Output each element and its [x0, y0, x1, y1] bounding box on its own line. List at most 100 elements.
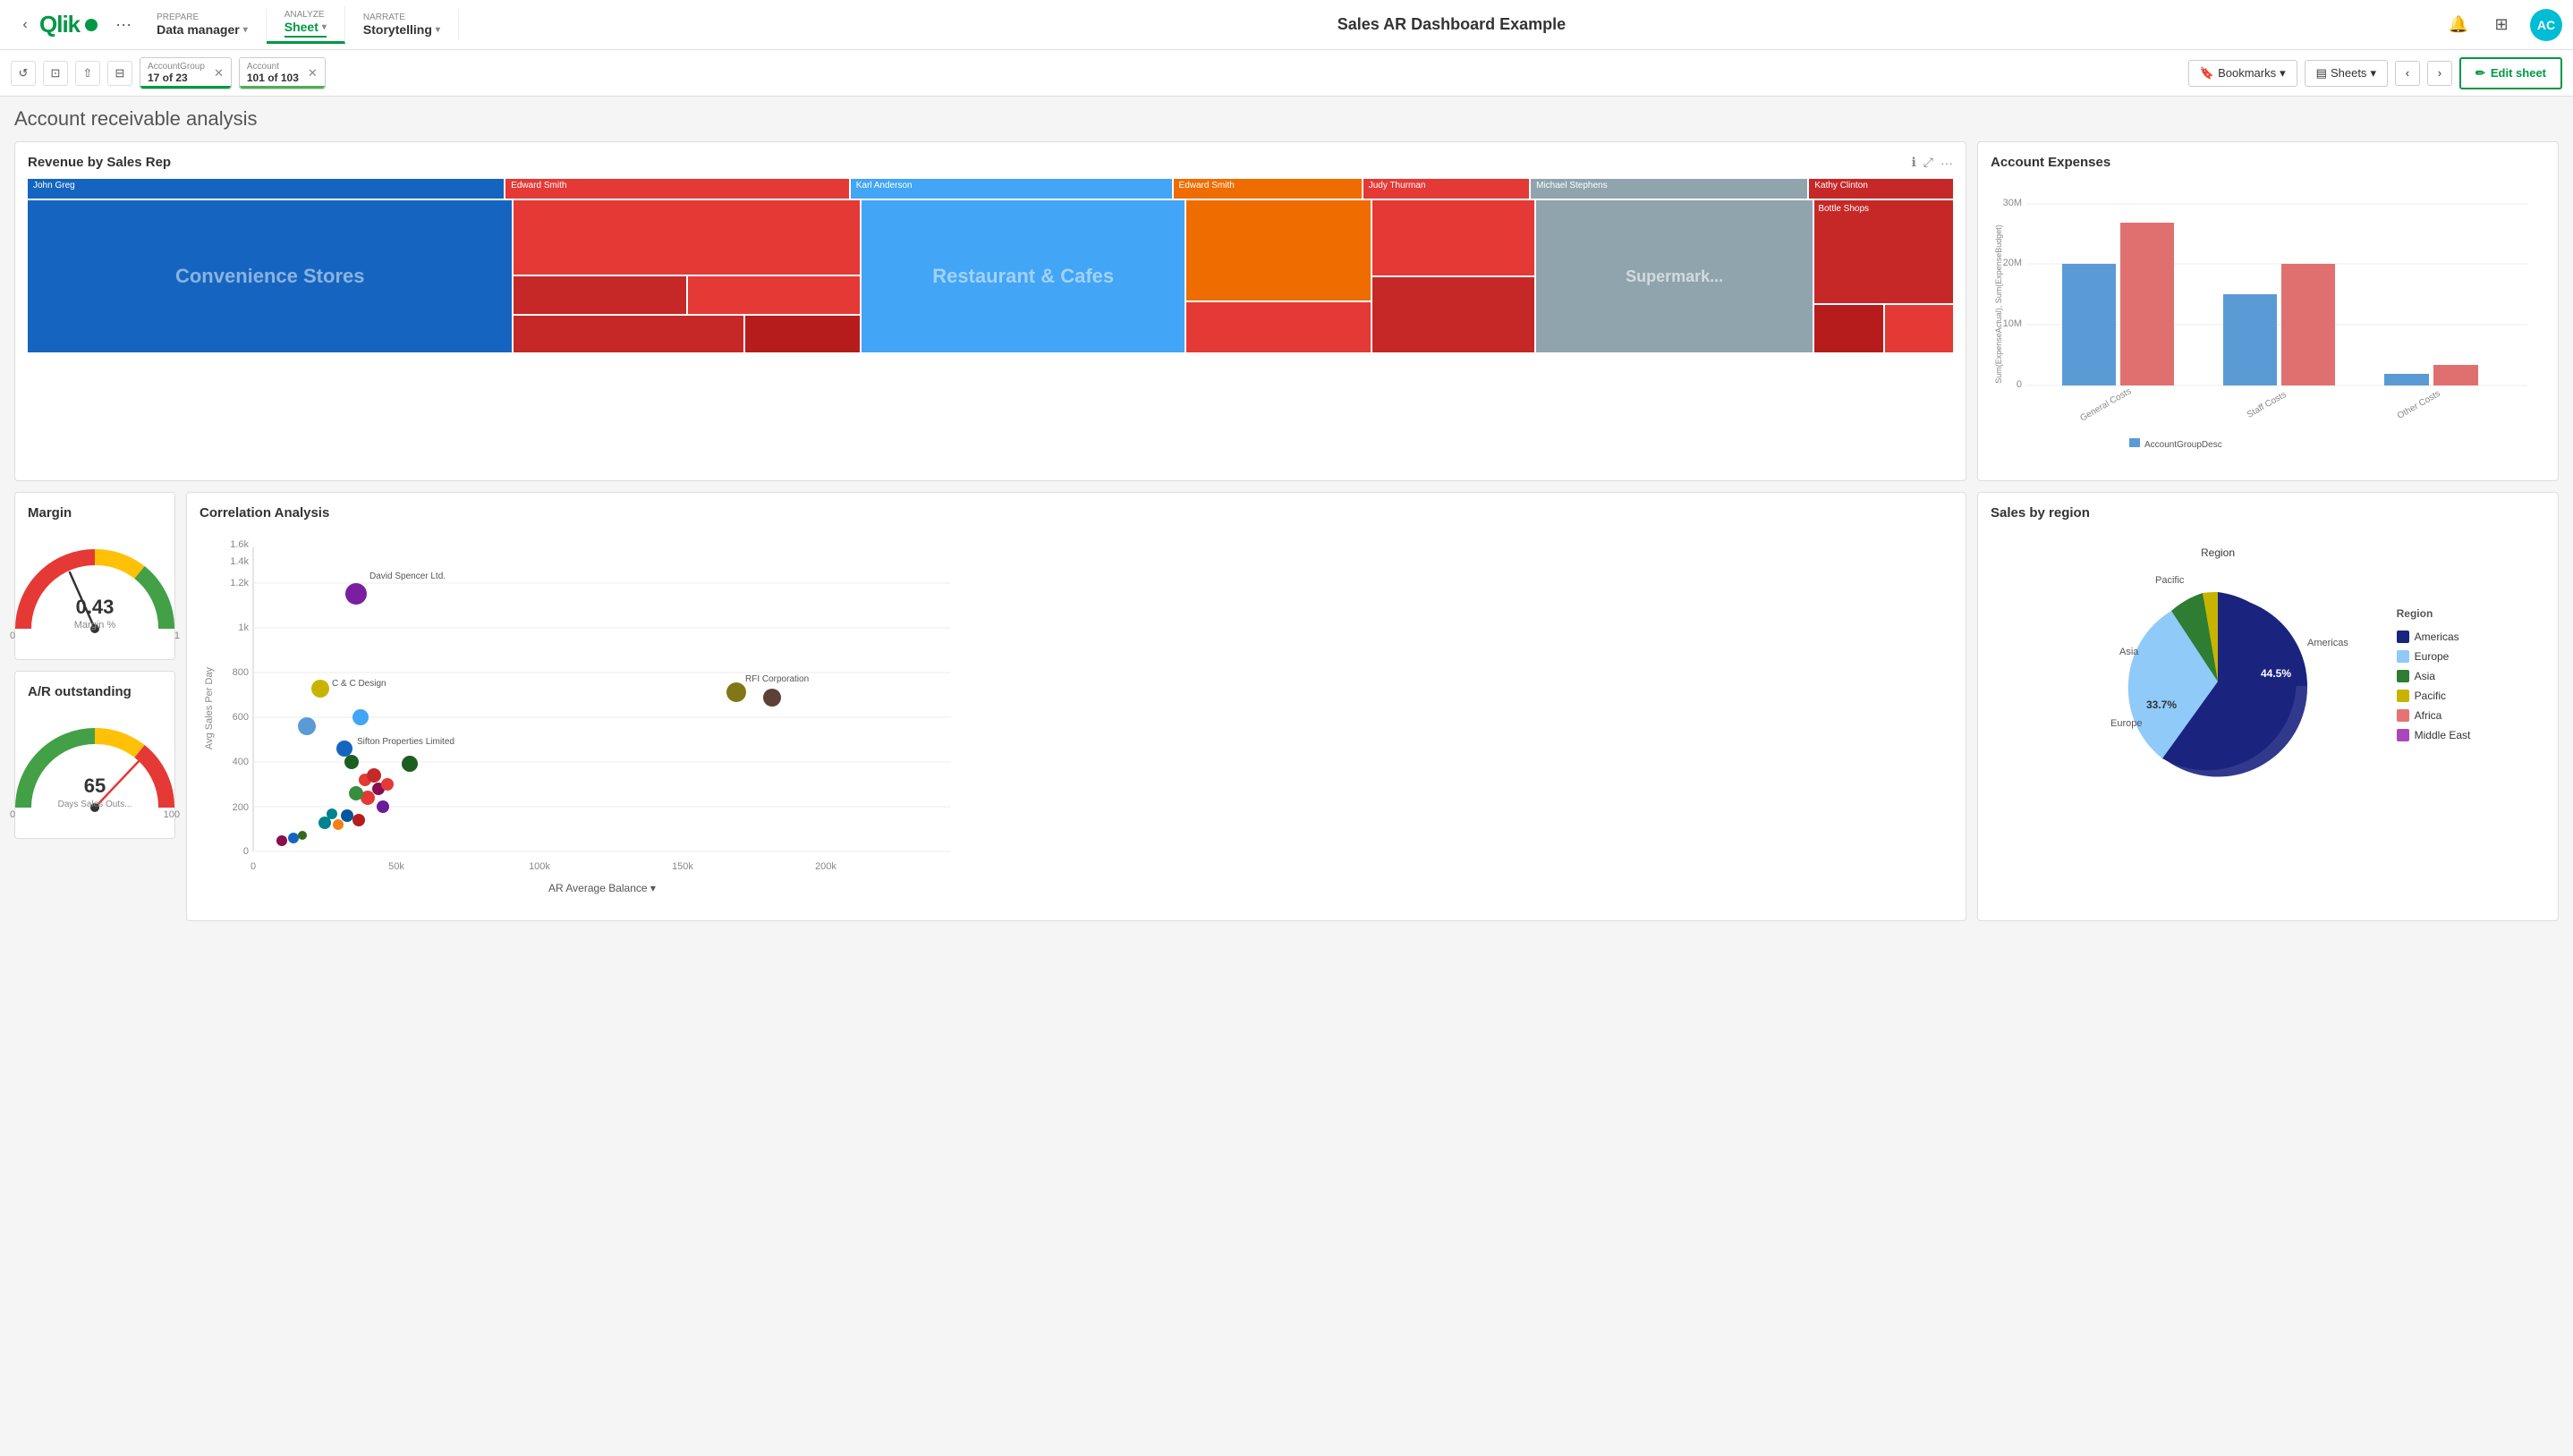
filter-lock-icon[interactable]: ⇧	[75, 61, 100, 86]
edit-sheet-button[interactable]: ✏ Edit sheet	[2459, 57, 2562, 89]
grid-icon[interactable]: ⊞	[2487, 11, 2516, 39]
x-200k: 200k	[815, 861, 836, 872]
filter-expand-icon[interactable]: ⊡	[43, 61, 68, 86]
dot-sifton[interactable]	[336, 741, 352, 757]
dot-rfi1[interactable]	[726, 682, 746, 702]
prepare-label: Prepare	[157, 13, 248, 22]
dot-green2[interactable]	[349, 786, 363, 800]
filter-chip-accountgroup-close[interactable]: ✕	[214, 66, 224, 80]
legend-asia-label: Asia	[2415, 670, 2435, 682]
filter-chip-accountgroup[interactable]: AccountGroup 17 of 23 ✕	[140, 57, 232, 89]
avatar[interactable]: AC	[2530, 9, 2562, 41]
label-sifton: Sifton Properties Limited	[357, 737, 454, 747]
dot-red4[interactable]	[381, 778, 394, 791]
nav-analyze[interactable]: Analyze Sheet ▾	[267, 6, 345, 44]
app-title: Sales AR Dashboard Example	[459, 15, 2444, 34]
y-tick-20: 20M	[2003, 258, 2022, 268]
revenue-more-icon[interactable]: ···	[1940, 156, 1953, 170]
tm-row-red2	[514, 276, 860, 314]
nav-more-button[interactable]: ···	[115, 15, 132, 34]
sales-region-content: Region	[1991, 529, 2545, 818]
tm-block-supermarket: Supermark...	[1536, 200, 1813, 352]
dot-outlier1[interactable]	[402, 756, 418, 772]
sheets-icon: ▤	[2316, 66, 2327, 80]
filter-bar: ↺ ⊡ ⇧ ⊟ AccountGroup 17 of 23 ✕ Account …	[0, 50, 2573, 97]
filter-reset-icon[interactable]: ↺	[11, 61, 36, 86]
dot-rfi2[interactable]	[763, 689, 781, 707]
tm-col-judy	[1372, 200, 1533, 352]
nav-narrate[interactable]: Narrate Storytelling ▾	[345, 9, 459, 40]
y-tick-0: 0	[2017, 379, 2022, 390]
dot-darkred1[interactable]	[352, 814, 365, 826]
dot-blue2[interactable]	[352, 709, 369, 725]
nav-back-button[interactable]: ‹	[11, 11, 39, 39]
tm-block-b1	[1814, 305, 1882, 352]
label-cc-design: C & C Design	[332, 679, 386, 689]
margin-header: Margin	[28, 505, 162, 521]
margin-gauge: 0.43 Margin %	[5, 535, 184, 638]
y-1_4k: 1.4k	[230, 556, 249, 567]
revenue-info-icon[interactable]: ℹ	[1911, 155, 1915, 170]
legend-europe-label: Europe	[2415, 650, 2450, 663]
legend-europe: Europe	[2397, 650, 2471, 663]
filter-chip-accountgroup-label: AccountGroup	[148, 62, 205, 72]
edit-sheet-label: Edit sheet	[2491, 66, 2546, 80]
dot-maroon2[interactable]	[276, 835, 287, 846]
dot-teal2[interactable]	[318, 817, 331, 829]
tm-block-judy1	[1372, 200, 1533, 275]
dot-blue3[interactable]	[288, 833, 299, 843]
dot-green1[interactable]	[344, 755, 359, 769]
dot-navy1[interactable]	[341, 809, 353, 822]
dot-blue1[interactable]	[298, 717, 316, 735]
margin-max: 1	[174, 631, 180, 641]
correlation-card: Correlation Analysis 0 200 400 600 800 1…	[186, 492, 1966, 921]
revenue-expand-icon[interactable]: ⤢	[1923, 155, 1933, 170]
tm-col-red	[514, 200, 860, 352]
dot-olive1[interactable]	[298, 831, 307, 840]
sheets-arrow: ▾	[2370, 66, 2376, 80]
tm-block-red3	[1186, 302, 1371, 352]
expenses-title: Account Expenses	[1991, 155, 2110, 170]
dot-amber1[interactable]	[333, 819, 344, 830]
tm-row-red3	[514, 316, 860, 353]
filter-chip-account[interactable]: Account 101 of 103 ✕	[239, 57, 326, 89]
dot-cc-design[interactable]	[311, 680, 329, 698]
pie-region-label2: Region	[2201, 546, 2235, 559]
sheets-label: Sheets	[2331, 66, 2366, 80]
dot-red2[interactable]	[367, 768, 381, 783]
notification-icon[interactable]: 🔔	[2444, 11, 2473, 39]
pie-pct-europe: 33.7%	[2146, 698, 2177, 711]
tm-col-orange	[1186, 200, 1371, 352]
sales-region-legend: Region Americas Europe Asia	[2397, 607, 2471, 741]
next-sheet-button[interactable]: ›	[2427, 61, 2452, 86]
revenue-actions: ℹ ⤢ ···	[1911, 155, 1953, 170]
filter-chip-accountgroup-bar	[140, 86, 231, 89]
tm-block-darkred1	[514, 276, 685, 314]
filter-chip-account-close[interactable]: ✕	[308, 66, 318, 80]
x-label-other: Other Costs	[2396, 389, 2442, 421]
nav-prepare[interactable]: Prepare Data manager ▾	[139, 9, 267, 40]
y-800: 800	[233, 667, 249, 678]
tm-block-red2	[688, 276, 860, 314]
pie-label-pacific: Pacific	[2155, 575, 2185, 586]
gauge-value-text: 0.43	[76, 596, 115, 618]
y-axis-title: Avg Sales Per Day	[204, 666, 215, 749]
sheets-button[interactable]: ▤ Sheets ▾	[2305, 60, 2388, 87]
ar-gauge-green	[23, 736, 95, 808]
tm-block-orange1	[1186, 200, 1371, 301]
x-axis-title: AR Average Balance ▾	[548, 882, 656, 894]
revenue-title: Revenue by Sales Rep	[28, 155, 171, 170]
y-0: 0	[243, 846, 249, 857]
bookmarks-button[interactable]: 🔖 Bookmarks ▾	[2188, 60, 2297, 87]
dot-david-spencer[interactable]	[345, 583, 367, 605]
filter-camera-icon[interactable]: ⊟	[107, 61, 132, 86]
legend-asia-dot	[2397, 670, 2409, 682]
legend-africa: Africa	[2397, 709, 2471, 722]
tm-block-darkestred	[745, 316, 860, 353]
prev-sheet-button[interactable]: ‹	[2395, 61, 2420, 86]
ar-max: 100	[164, 809, 180, 820]
tm-header-kathy: Kathy Clinton	[1809, 179, 1953, 199]
dot-purple1[interactable]	[377, 800, 389, 813]
dashboard-grid: Revenue by Sales Rep ℹ ⤢ ··· John Greg E…	[14, 141, 2559, 921]
expenses-chart: 30M 20M 10M 0 General Costs	[1991, 179, 2545, 465]
